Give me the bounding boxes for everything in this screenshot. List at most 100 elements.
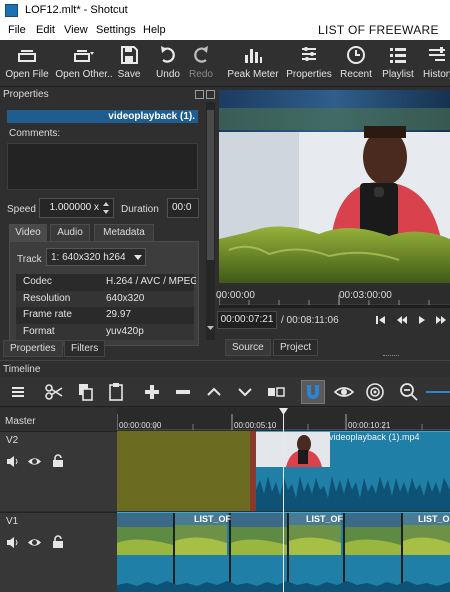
- player-panel: 00:00:00 00:03:00:00 00:00:07:21 / 00:08…: [216, 88, 450, 360]
- history-button[interactable]: History: [421, 40, 450, 87]
- overwrite-chevron-down-icon[interactable]: [234, 381, 256, 403]
- redo-label: Redo: [189, 69, 213, 80]
- menu-settings[interactable]: Settings: [96, 24, 136, 36]
- master-label: Master: [5, 416, 36, 427]
- transport-bar: 00:00:07:21 / 00:08:11:06: [217, 309, 450, 331]
- clip-name-field[interactable]: videoplayback (1).: [7, 110, 198, 123]
- hide-eye-icon[interactable]: [27, 455, 42, 468]
- open-file-button[interactable]: Open File: [3, 40, 51, 87]
- lock-icon[interactable]: [52, 454, 65, 468]
- comments-textarea[interactable]: [7, 143, 198, 190]
- scroll-down-icon[interactable]: [206, 324, 215, 332]
- dock-tab-properties[interactable]: Properties: [3, 340, 63, 357]
- skip-to-start-icon[interactable]: [375, 315, 386, 325]
- player-dock-tabs: Source Project: [225, 339, 345, 357]
- dock-tab-source[interactable]: Source: [225, 339, 271, 356]
- timeline-title: Timeline: [3, 364, 41, 375]
- lift-chevron-up-icon[interactable]: [203, 381, 225, 403]
- dock-tab-project[interactable]: Project: [273, 339, 319, 356]
- menu-file[interactable]: File: [8, 24, 26, 36]
- rewind-icon[interactable]: [396, 315, 408, 325]
- ripple-target-icon[interactable]: [364, 381, 386, 403]
- properties-scroll-thumb[interactable]: [207, 110, 214, 260]
- playlist-button[interactable]: Playlist: [379, 40, 417, 87]
- tab-metadata[interactable]: Metadata: [94, 224, 154, 242]
- playlist-icon: [390, 48, 406, 63]
- float-dock-icon[interactable]: [195, 90, 204, 99]
- peak-meter-icon: [245, 49, 262, 63]
- split-at-playhead-icon[interactable]: [265, 381, 287, 403]
- open-file-label: Open File: [5, 69, 49, 80]
- info-value: H.264 / AVC / MPEG: [106, 276, 196, 287]
- open-other-icon: [74, 50, 94, 62]
- window-title: LOF12.mlt* - Shotcut: [25, 4, 128, 16]
- zoom-out-icon[interactable]: [398, 381, 420, 403]
- track-v2-blank[interactable]: [117, 431, 255, 511]
- video-preview[interactable]: [219, 90, 450, 283]
- playlist-label: Playlist: [382, 69, 414, 80]
- speed-label: Speed: [7, 204, 36, 215]
- timeline-menu-icon[interactable]: [7, 381, 29, 403]
- open-other-button[interactable]: Open Other..: [54, 40, 114, 87]
- info-row: Resolution 640x320: [16, 290, 194, 307]
- tab-audio[interactable]: Audio: [50, 224, 90, 242]
- undo-label: Undo: [156, 69, 180, 80]
- info-key: Resolution: [23, 292, 71, 304]
- mute-speaker-icon[interactable]: [6, 536, 20, 549]
- play-icon[interactable]: [418, 315, 426, 325]
- recent-button[interactable]: Recent: [338, 40, 374, 87]
- zoom-slider[interactable]: [426, 391, 450, 393]
- info-row: Format yuv420p: [16, 323, 194, 340]
- undo-button[interactable]: Undo: [154, 40, 182, 87]
- copy-icon[interactable]: [74, 381, 96, 403]
- chevron-down-icon[interactable]: [134, 255, 142, 260]
- timeline-clip-v2[interactable]: videoplayback (1).mp4: [256, 431, 450, 511]
- player-scrub-bar[interactable]: [219, 305, 450, 308]
- peak-meter-button[interactable]: Peak Meter: [226, 40, 280, 87]
- menu-help[interactable]: Help: [143, 24, 166, 36]
- properties-dock-header: Properties: [0, 88, 219, 102]
- properties-button[interactable]: Properties: [285, 40, 333, 87]
- properties-tabs: Video Audio Metadata: [9, 224, 199, 242]
- append-plus-icon[interactable]: [141, 381, 163, 403]
- fast-forward-icon[interactable]: [435, 315, 447, 325]
- tab-video[interactable]: Video: [9, 224, 47, 242]
- timeline-ruler-label: 00:00:05:10: [234, 421, 277, 430]
- timeline-ruler-label: 00:00:10:21: [348, 421, 391, 430]
- video-tab-content: Track 1: 640x320 h264 Codec H.264 / AVC …: [9, 241, 199, 346]
- track-select[interactable]: 1: 640x320 h264: [46, 248, 146, 266]
- mute-speaker-icon[interactable]: [6, 455, 20, 468]
- properties-icon: [302, 47, 316, 61]
- track-header-v1[interactable]: V1: [0, 512, 117, 592]
- title-bar: LOF12.mlt* - Shotcut: [0, 0, 450, 21]
- snap-toggle-button[interactable]: [301, 380, 325, 404]
- current-timecode[interactable]: 00:00:07:21: [217, 311, 277, 329]
- cut-icon[interactable]: [43, 381, 65, 403]
- lock-icon[interactable]: [52, 535, 65, 549]
- peak-meter-label: Peak Meter: [227, 69, 279, 80]
- dock-tab-filters[interactable]: Filters: [64, 340, 106, 357]
- info-value: 640x320: [106, 292, 145, 304]
- track-header-v2[interactable]: V2: [0, 431, 117, 511]
- menu-edit[interactable]: Edit: [36, 24, 55, 36]
- save-button[interactable]: Save: [115, 40, 143, 87]
- ripple-delete-minus-icon[interactable]: [172, 381, 194, 403]
- master-header: Master: [0, 408, 117, 430]
- comments-label: Comments:: [9, 128, 61, 139]
- scrub-eye-icon[interactable]: [333, 381, 355, 403]
- playhead-line[interactable]: [283, 408, 284, 592]
- info-key: Codec: [23, 276, 52, 287]
- duration-input[interactable]: 00:0: [167, 198, 199, 218]
- menu-view[interactable]: View: [64, 24, 88, 36]
- playhead-marker-icon[interactable]: [279, 408, 288, 415]
- player-ruler[interactable]: 00:00:00 00:03:00:00: [216, 285, 450, 305]
- close-dock-icon[interactable]: [206, 90, 215, 99]
- properties-dock-tabs: Properties Filters: [3, 340, 203, 358]
- paste-icon[interactable]: [105, 381, 127, 403]
- timeline-ruler-label: 00:00:00:00: [119, 421, 162, 430]
- hide-eye-icon[interactable]: [27, 536, 42, 549]
- redo-button[interactable]: Redo: [187, 40, 215, 87]
- splitter-handle[interactable]: [383, 355, 399, 357]
- duration-label: Duration: [121, 204, 159, 215]
- speed-spinner-icon[interactable]: [101, 201, 111, 215]
